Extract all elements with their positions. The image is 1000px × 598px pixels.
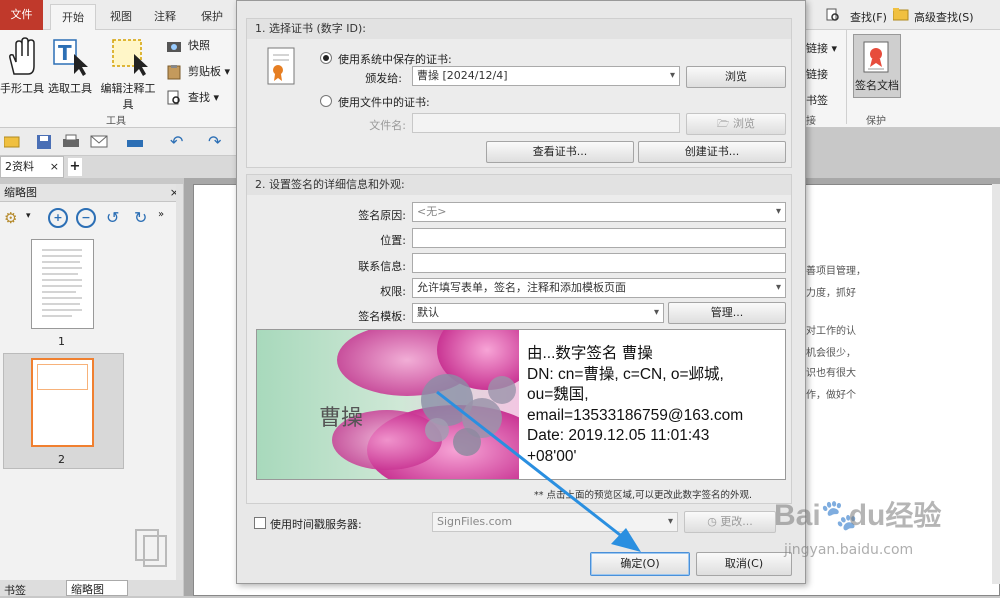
watermark-brand: Bai — [774, 499, 821, 532]
watermark-cn: 经验 — [885, 500, 942, 531]
watermark-brand-suffix: du — [848, 499, 886, 532]
baidu-jingyan-watermark: Bai🐾du经验 jingyan.baidu.com — [770, 488, 1000, 588]
watermark-url: jingyan.baidu.com — [784, 542, 914, 558]
paw-icon: 🐾 — [820, 499, 859, 532]
